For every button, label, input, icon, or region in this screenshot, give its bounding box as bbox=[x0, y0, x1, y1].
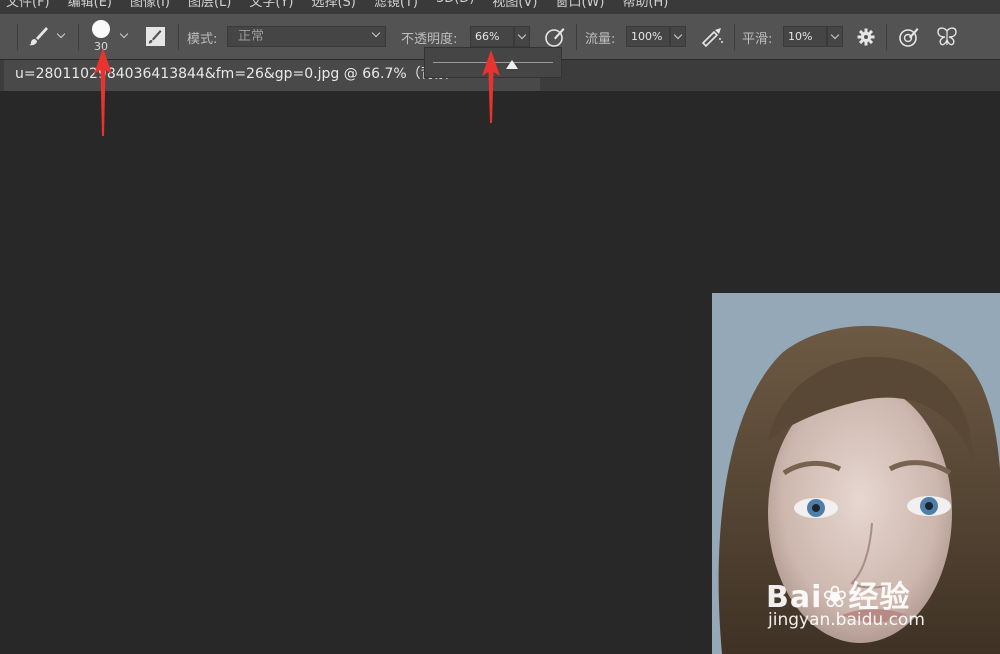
airbrush-icon[interactable] bbox=[700, 26, 724, 48]
menu-item[interactable]: 3D(D) bbox=[436, 0, 474, 10]
annotation-arrow-right bbox=[482, 50, 500, 123]
divider bbox=[78, 24, 79, 50]
symmetry-butterfly-icon[interactable] bbox=[935, 25, 959, 49]
flow-input[interactable]: 100% bbox=[626, 26, 670, 47]
menu-item[interactable]: 视图(V) bbox=[492, 0, 537, 10]
smoothing-input[interactable]: 10% bbox=[783, 26, 827, 47]
divider bbox=[178, 24, 179, 50]
divider bbox=[734, 24, 735, 50]
flow-slider-toggle[interactable] bbox=[670, 26, 686, 47]
pressure-size-icon[interactable] bbox=[898, 26, 920, 48]
menu-item[interactable]: 文件(F) bbox=[6, 0, 50, 10]
menu-item[interactable]: 选择(S) bbox=[311, 0, 355, 10]
menu-bar: 文件(F) 编辑(E) 图像(I) 图层(L) 文字(Y) 选择(S) 滤镜(T) 3D(D)… bbox=[0, 0, 1000, 14]
blend-mode-select[interactable]: 正常 bbox=[227, 26, 386, 47]
menu-item[interactable]: 文字(Y) bbox=[249, 0, 293, 10]
menu-item[interactable]: 窗口(W) bbox=[555, 0, 604, 10]
annotation-arrow-left bbox=[94, 48, 112, 136]
opacity-slider-thumb[interactable] bbox=[506, 60, 519, 69]
toolbar-grip[interactable] bbox=[17, 24, 18, 50]
baidu-watermark-url: jingyan.baidu.com bbox=[768, 610, 925, 630]
pressure-opacity-icon[interactable] bbox=[544, 26, 566, 48]
brush-preview-icon[interactable] bbox=[92, 20, 110, 38]
menu-item[interactable]: 帮助(H) bbox=[622, 0, 668, 10]
divider bbox=[576, 24, 577, 50]
blend-mode-chevron-icon bbox=[371, 28, 381, 38]
menu-item[interactable]: 滤镜(T) bbox=[374, 0, 418, 10]
brush-picker-chevron-icon[interactable] bbox=[119, 29, 129, 39]
smoothing-label: 平滑: bbox=[742, 32, 773, 47]
tool-preset-chevron-icon[interactable] bbox=[56, 29, 66, 39]
opacity-label: 不透明度: bbox=[401, 32, 458, 47]
brush-settings-panel-icon[interactable] bbox=[145, 26, 166, 47]
divider bbox=[886, 24, 887, 50]
opacity-input[interactable]: 66% bbox=[470, 26, 514, 47]
flow-label: 流量: bbox=[585, 32, 616, 47]
menu-item[interactable]: 图像(I) bbox=[130, 0, 170, 10]
gear-icon[interactable] bbox=[856, 27, 876, 47]
document-tab-title: u=2801102984036413844&fm=26&gp=0.jpg @ 6… bbox=[15, 66, 449, 82]
menu-items: 文件(F) 编辑(E) 图像(I) 图层(L) 文字(Y) 选择(S) 滤镜(T) 3D(D)… bbox=[6, 0, 668, 10]
blend-mode-value: 正常 bbox=[238, 29, 265, 44]
brush-tool-icon[interactable] bbox=[27, 25, 49, 47]
opacity-slider-toggle[interactable] bbox=[514, 26, 530, 47]
smoothing-slider-toggle[interactable] bbox=[827, 26, 843, 47]
mode-label: 模式: bbox=[187, 32, 218, 47]
menu-item[interactable]: 编辑(E) bbox=[68, 0, 112, 10]
menu-item[interactable]: 图层(L) bbox=[188, 0, 231, 10]
